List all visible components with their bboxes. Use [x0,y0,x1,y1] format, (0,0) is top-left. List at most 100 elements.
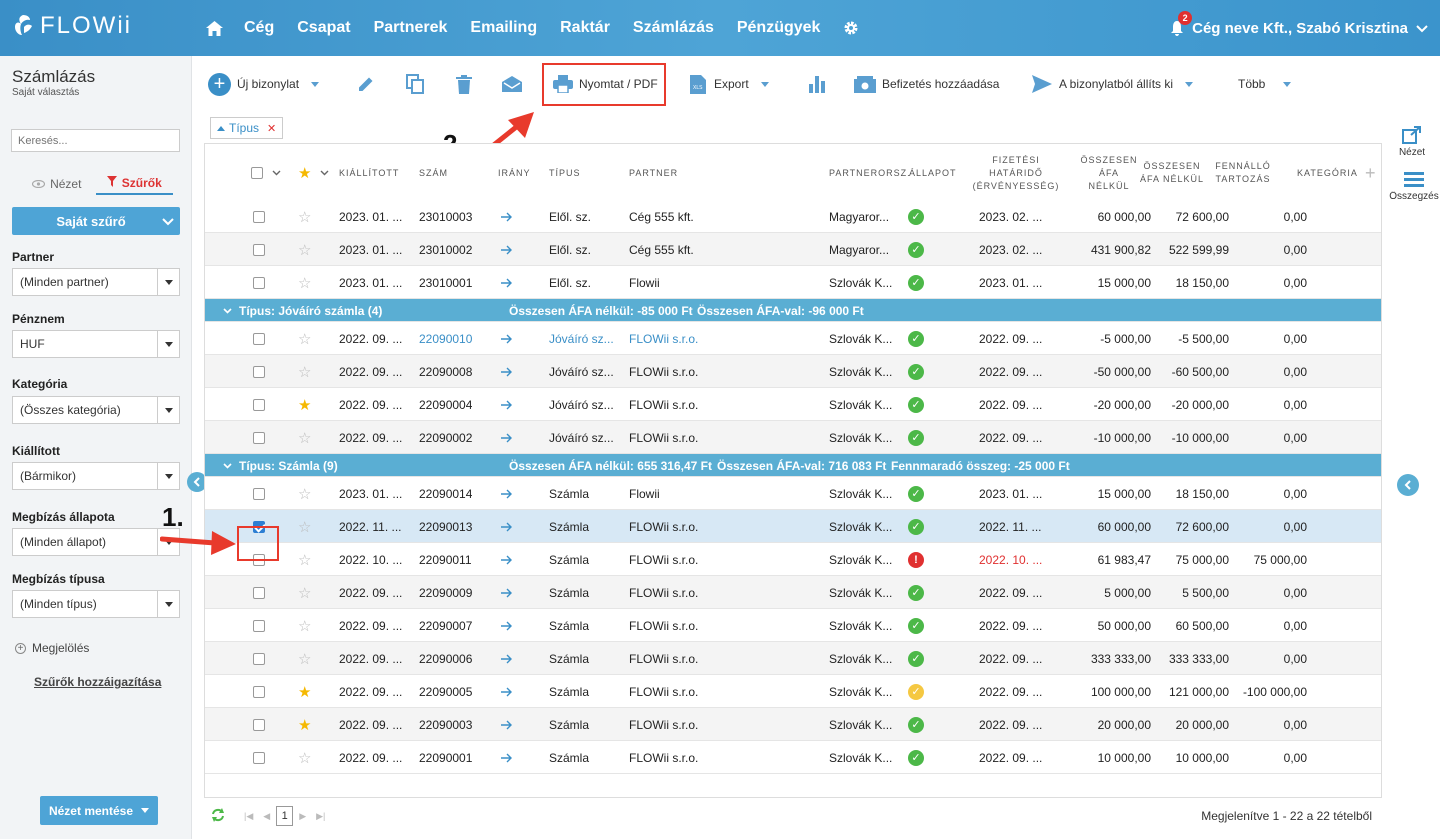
table-row[interactable]: ☆ 2022. 09. ... 22090007 Számla FLOWii s.r.o… [205,609,1381,642]
column-country[interactable]: Partnerorsz. [829,144,911,202]
close-icon[interactable]: ✕ [267,122,276,135]
select-menu-chevron-icon[interactable] [272,144,281,202]
filter-order-type-select[interactable]: (Minden típus) [12,590,180,618]
nav-finance[interactable]: Pénzügyek [737,19,821,37]
nav-partners[interactable]: Partnerek [374,19,448,37]
row-checkbox[interactable] [253,708,265,741]
cell-partner[interactable]: Cég 555 kft. [629,233,694,266]
cell-partner[interactable]: FLOWii s.r.o. [629,675,698,708]
column-number[interactable]: Szám [419,144,448,202]
first-page-icon[interactable]: |◀ [244,811,253,822]
star-icon[interactable]: ☆ [298,543,311,576]
cell-number[interactable]: 22090002 [419,421,472,454]
cell-partner[interactable]: Flowii [629,266,660,299]
nav-warehouse[interactable]: Raktár [560,19,610,37]
row-checkbox[interactable] [253,642,265,675]
star-icon[interactable]: ☆ [298,322,311,355]
cell-partner[interactable]: FLOWii s.r.o. [629,609,698,642]
home-icon[interactable] [206,20,223,36]
column-status[interactable]: Állapot [909,144,957,202]
next-page-icon[interactable]: ▶ [299,811,306,822]
cell-number[interactable]: 22090014 [419,477,472,510]
star-icon[interactable]: ☆ [298,741,311,774]
collapse-right-panel-button[interactable] [1397,474,1419,496]
table-row[interactable]: ☆ 2023. 01. ... 22090014 Számla Flowii Szlová… [205,477,1381,510]
row-checkbox[interactable] [253,200,265,233]
table-row[interactable]: ☆ 2023. 01. ... 23010001 Elől. sz. Flowii Szl… [205,266,1381,299]
cell-number[interactable]: 22090003 [419,708,472,741]
column-direction[interactable]: Irány [498,144,531,202]
star-icon[interactable]: ☆ [298,477,311,510]
star-icon[interactable]: ☆ [298,266,311,299]
cell-partner[interactable]: FLOWii s.r.o. [629,642,698,675]
row-checkbox[interactable] [253,477,265,510]
table-row[interactable]: ☆ 2022. 09. ... 22090001 Számla FLOWii s.r.o… [205,741,1381,774]
cell-number[interactable]: 22090006 [419,642,472,675]
row-checkbox[interactable] [253,421,265,454]
own-filter-button[interactable]: Saját szűrő [12,207,180,235]
save-view-button[interactable]: Nézet mentése [40,796,158,825]
row-checkbox[interactable] [253,266,265,299]
table-row[interactable]: ★ 2022. 09. ... 22090003 Számla FLOWii s.r.o… [205,708,1381,741]
table-row[interactable]: ☆ 2022. 09. ... 22090010 Jóváíró sz... FLOWi… [205,322,1381,355]
cell-partner[interactable]: FLOWii s.r.o. [629,388,698,421]
star-icon[interactable]: ★ [298,708,311,741]
star-icon[interactable]: ★ [298,388,311,421]
user-menu[interactable]: 2 Cég neve Kft., Szabó Krisztina [1170,0,1428,56]
cell-number[interactable]: 23010003 [419,200,472,233]
cell-partner[interactable]: FLOWii s.r.o. [629,708,698,741]
delete-button[interactable] [456,56,472,112]
edit-button[interactable] [357,56,375,112]
star-icon[interactable]: ☆ [298,609,311,642]
add-payment-button[interactable]: Befizetés hozzáadása [854,56,999,112]
table-row[interactable]: ☆ 2022. 09. ... 22090009 Számla FLOWii s.r.o… [205,576,1381,609]
nav-invoicing[interactable]: Számlázás [633,19,714,37]
last-page-icon[interactable]: ▶| [316,811,325,822]
nav-company[interactable]: Cég [244,19,274,37]
statistics-button[interactable] [808,56,826,112]
export-button[interactable]: XLS Export [690,56,769,112]
new-document-button[interactable]: + Új bizonylat [208,56,320,112]
cell-partner[interactable]: FLOWii s.r.o. [629,741,698,774]
column-issued[interactable]: Kiállított [339,144,399,202]
row-checkbox[interactable] [253,741,265,774]
star-header-icon[interactable]: ★ [298,144,312,202]
filter-partner-select[interactable]: (Minden partner) [12,268,180,296]
row-checkbox[interactable] [253,355,265,388]
nav-team[interactable]: Csapat [297,19,350,37]
tab-filters[interactable]: Szűrők [95,173,173,195]
email-button[interactable] [502,56,522,112]
filter-currency-select[interactable]: HUF [12,330,180,358]
nav-emailing[interactable]: Emailing [470,19,537,37]
group-header[interactable]: Típus: Számla (9) Összesen ÁFA nélkül: 65… [205,454,1381,477]
column-category[interactable]: Kategória [1297,144,1358,202]
table-row[interactable]: ☆ 2022. 09. ... 22090006 Számla FLOWii s.r.o… [205,642,1381,675]
cell-number[interactable]: 23010002 [419,233,472,266]
table-row[interactable]: ★ 2022. 09. ... 22090004 Jóváíró sz... FLOWi… [205,388,1381,421]
assign-filters-link[interactable]: Szűrők hozzáigazítása [34,675,161,689]
column-type[interactable]: Típus [549,144,581,202]
cell-number[interactable]: 22090013 [419,510,472,543]
star-icon[interactable]: ☆ [298,200,311,233]
cell-number[interactable]: 22090007 [419,609,472,642]
table-row[interactable]: ★ 2022. 09. ... 22090005 Számla FLOWii s.r.o… [205,675,1381,708]
star-icon[interactable]: ☆ [298,421,311,454]
refresh-icon[interactable] [210,807,226,825]
flowii-logo[interactable]: FLOWii [12,12,132,40]
star-icon[interactable]: ☆ [298,576,311,609]
table-row[interactable]: ☆ 2022. 10. ... 22090011 Számla FLOWii s.r.o… [205,543,1381,576]
add-column-icon[interactable]: + [1365,144,1377,202]
table-row[interactable]: ☆ 2023. 01. ... 23010002 Elől. sz. Cég 555 k… [205,233,1381,266]
select-all-checkbox[interactable] [251,144,263,202]
cell-partner[interactable]: Flowii [629,477,660,510]
cell-number[interactable]: 22090001 [419,741,472,774]
table-row[interactable]: ☆ 2022. 11. ... 22090013 Számla FLOWii s.r.o… [205,510,1381,543]
cell-number[interactable]: 22090005 [419,675,472,708]
cell-partner[interactable]: FLOWii s.r.o. [629,576,698,609]
column-outstanding-debt[interactable]: Fennálló tartozás [1213,144,1273,202]
row-checkbox[interactable] [253,322,265,355]
mark-toggle[interactable]: + Megjelölés [15,641,89,655]
cell-partner[interactable]: FLOWii s.r.o. [629,322,698,355]
cell-partner[interactable]: FLOWii s.r.o. [629,421,698,454]
row-checkbox[interactable] [253,388,265,421]
